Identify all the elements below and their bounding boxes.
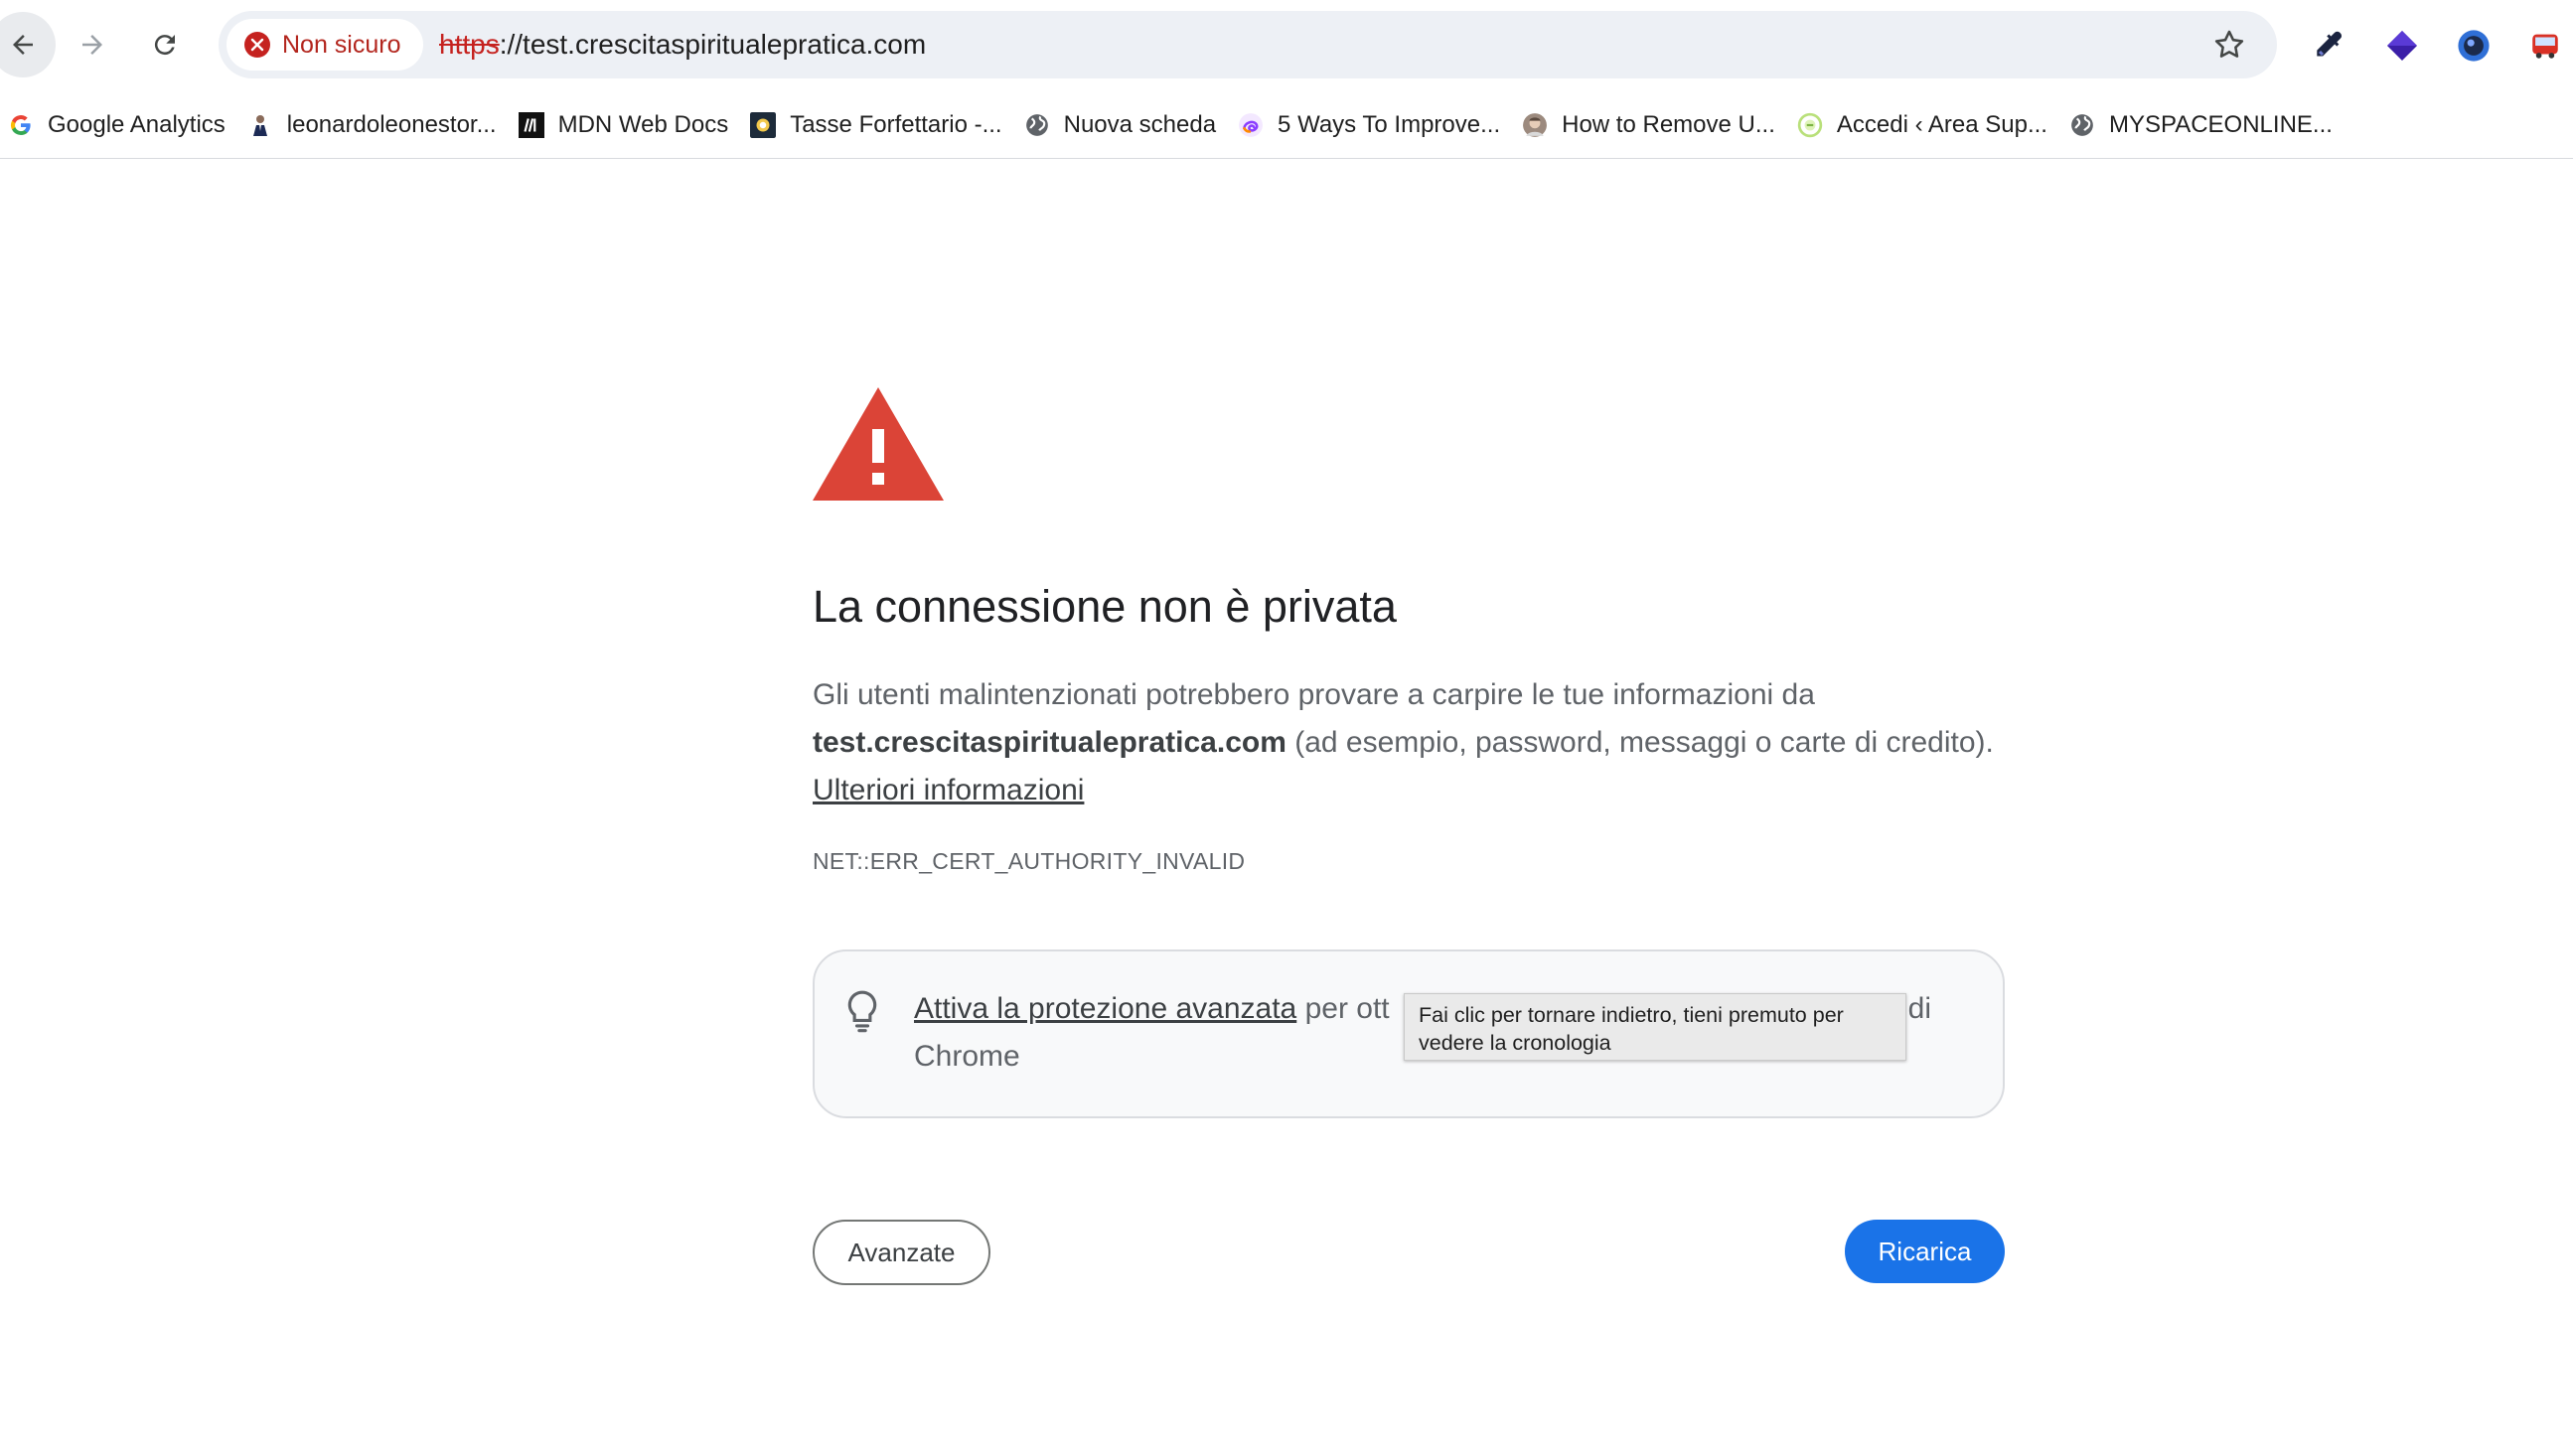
security-label: Non sicuro [282,30,401,59]
url-text[interactable]: https://test.crescitaspiritualepratica.c… [439,11,926,78]
warning-triangle-icon [813,387,944,501]
bookmark-item[interactable]: Tasse Forfettario -... [742,101,1015,149]
extension-bus-button[interactable] [2519,20,2571,72]
bookmark-item[interactable]: How to Remove U... [1514,101,1789,149]
bookmark-item[interactable]: MDN Web Docs [511,101,743,149]
bookmark-label: leonardoleonestor... [286,110,497,138]
promo-text-part-3: Chrome [914,1040,1020,1073]
reload-icon [154,35,175,56]
globe-icon [1024,112,1050,138]
bookmark-item[interactable]: Google Analytics [0,101,239,149]
eyedropper-icon [2317,31,2343,57]
bookmark-label: Nuova scheda [1063,110,1217,138]
page-title: La connessione non è privata [813,581,1397,632]
swirl-logo-icon [1238,112,1264,138]
reload-button[interactable] [132,12,198,77]
bookmark-item[interactable]: Accedi ‹ Area Sup... [1789,101,2061,149]
url-host: ://test.crescitaspiritualepratica.com [499,29,927,60]
bookmark-star-button[interactable] [2209,25,2249,65]
learn-more-link[interactable]: Ulteriori informazioni [813,774,1084,806]
promo-text-part-1: per ott [1296,992,1390,1025]
error-code: NET::ERR_CERT_AUTHORITY_INVALID [813,848,1246,874]
bookmark-label: 5 Ways To Improve... [1278,110,1501,138]
security-chip[interactable]: Non sicuro [227,19,423,71]
person-avatar-icon [1522,112,1548,138]
bus-icon [2532,34,2558,59]
enhanced-protection-link[interactable]: Attiva la protezione avanzata [914,992,1296,1025]
person-avatar-icon [247,112,273,138]
extension-eyedropper-button[interactable] [2303,20,2354,72]
bookmark-label: How to Remove U... [1562,110,1775,138]
google-g-icon [8,112,34,138]
extension-diamond-button[interactable] [2376,20,2428,72]
coin-icon [750,111,777,138]
bookmark-label: Accedi ‹ Area Sup... [1836,110,2047,138]
bookmarks-bar: Google Analytics leonardoleonestor... MD… [0,91,2573,159]
mdn-logo-icon [518,111,544,138]
reload-page-button[interactable]: Ricarica [1845,1220,2005,1283]
browser-toolbar: Non sicuro https://test.crescitaspiritua… [0,0,2573,91]
arrow-left-icon [13,35,33,55]
domain-name: test.crescitaspiritualepratica.com [813,726,1286,759]
warning-text-2: (ad esempio, password, messaggi o carte … [1286,726,1994,759]
back-button[interactable] [0,12,56,77]
green-circle-icon [1797,112,1823,138]
bookmark-item[interactable]: leonardoleonestor... [239,101,511,149]
bookmark-label: Google Analytics [48,110,226,138]
bookmark-item[interactable]: MYSPACEONLINE... [2061,101,2346,149]
address-bar[interactable]: Non sicuro https://test.crescitaspiritua… [219,11,2277,78]
blue-orb-icon [2458,30,2490,62]
extension-orb-button[interactable] [2448,20,2499,72]
promo-text-part-2: di [1907,992,1931,1025]
bookmark-label: MDN Web Docs [557,110,729,138]
warning-text: Gli utenti malintenzionati potrebbero pr… [813,678,1815,711]
error-x-icon [244,32,270,58]
forward-button[interactable] [60,12,125,77]
star-icon [2214,30,2244,58]
bookmark-item[interactable]: Nuova scheda [1016,101,1230,149]
back-button-tooltip: Fai clic per tornare indietro, tieni pre… [1404,993,1906,1061]
url-scheme: https [439,29,500,60]
warning-paragraph: Gli utenti malintenzionati potrebbero pr… [813,671,2005,814]
bookmark-label: Tasse Forfettario -... [790,110,1002,138]
lightbulb-icon [847,990,877,1033]
arrow-right-icon [82,35,102,55]
bookmark-item[interactable]: 5 Ways To Improve... [1230,101,1514,149]
advanced-button[interactable]: Avanzate [813,1220,990,1285]
globe-icon [2069,112,2095,138]
bookmark-label: MYSPACEONLINE... [2108,110,2333,138]
purple-diamond-icon [2387,31,2417,61]
